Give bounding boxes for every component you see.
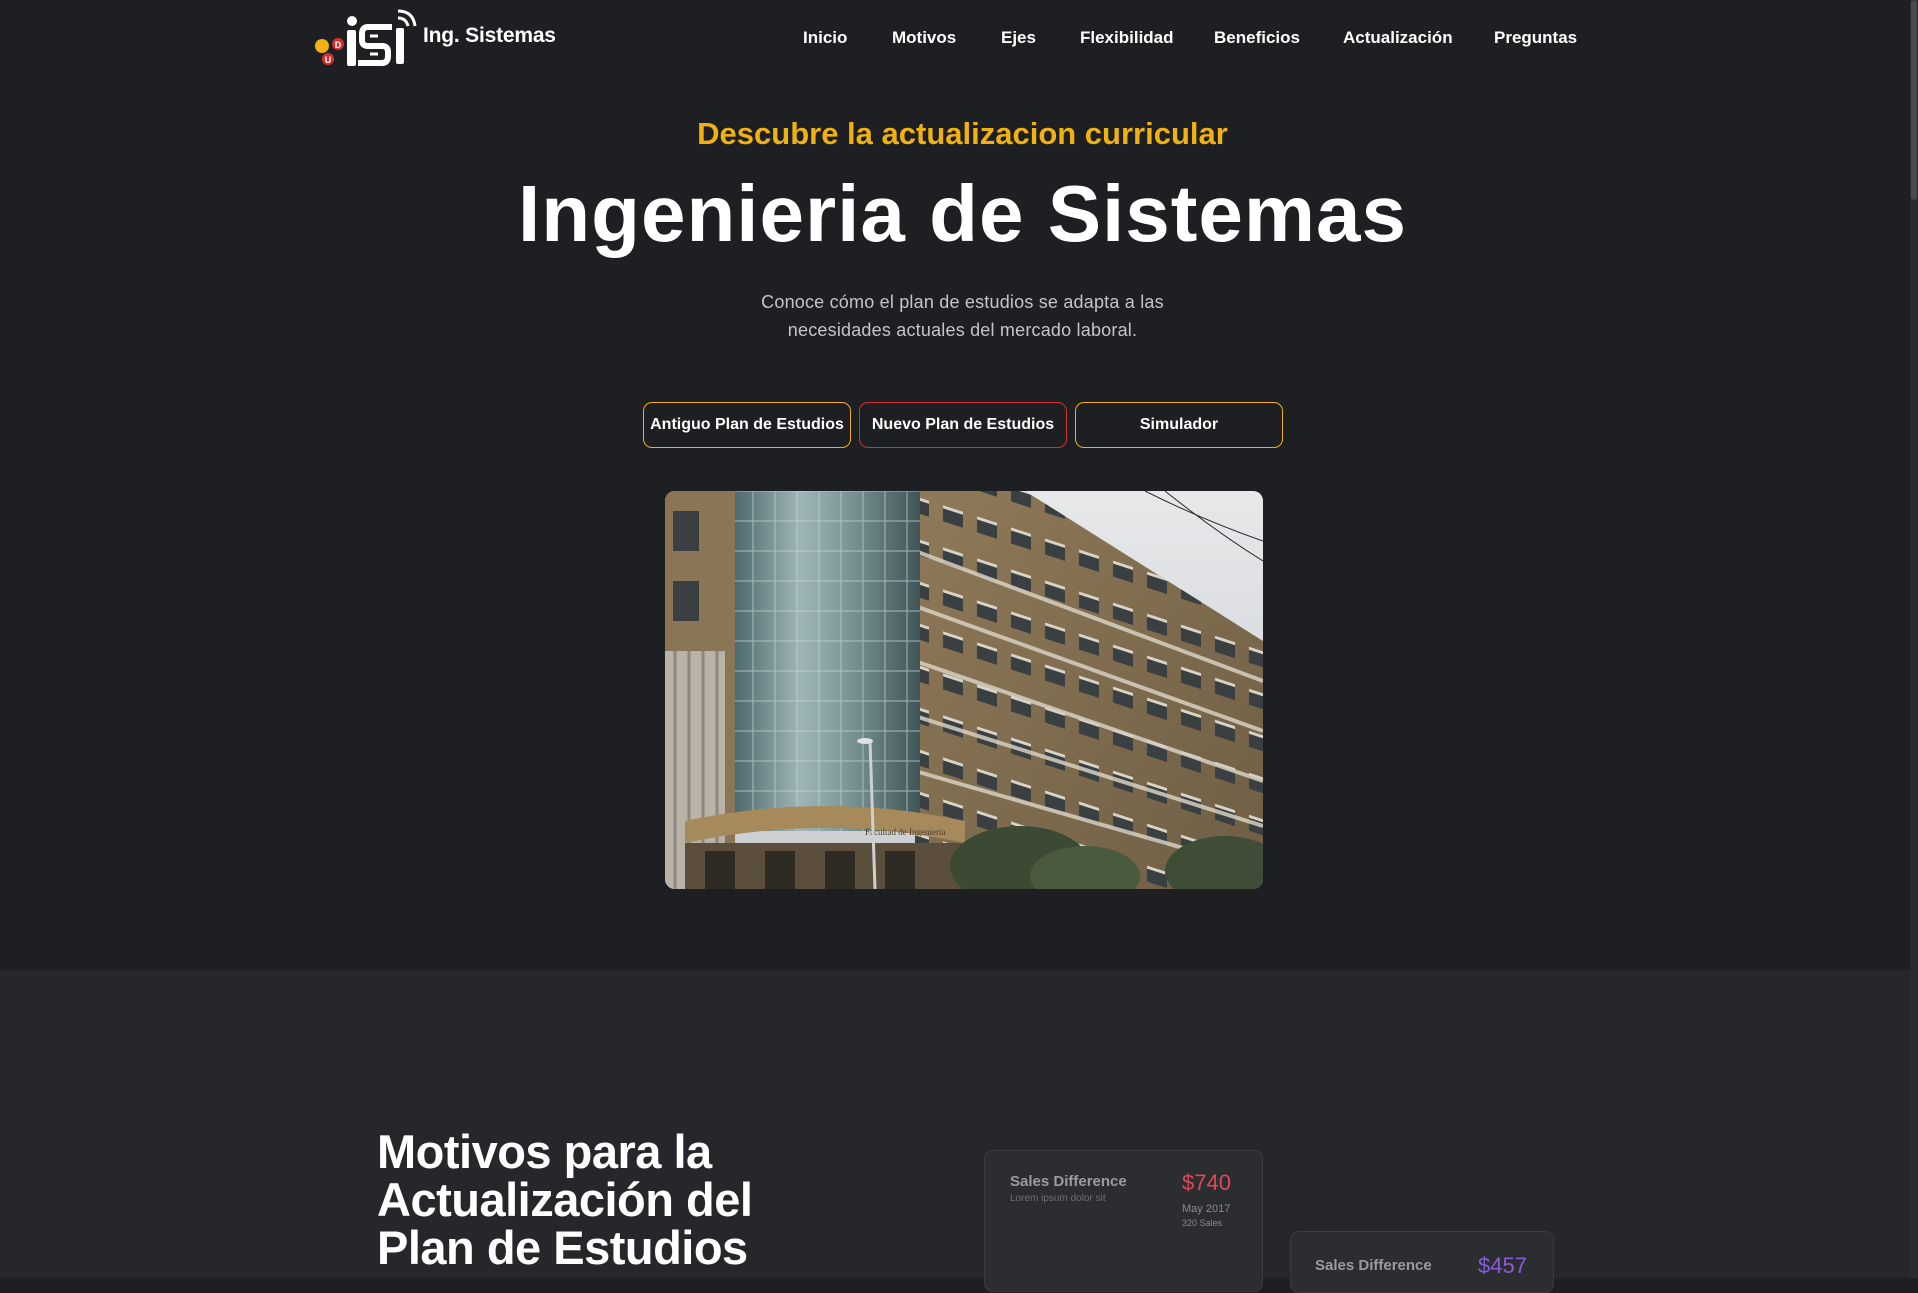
nav-item-motivos[interactable]: Motivos <box>892 28 956 48</box>
simulator-button[interactable]: Simulador <box>1075 402 1283 448</box>
card-date: May 2017 <box>1182 1203 1231 1215</box>
card-value: $457 <box>1478 1253 1527 1278</box>
scrollbar-thumb[interactable] <box>1911 0 1917 200</box>
old-plan-button[interactable]: Antiguo Plan de Estudios <box>643 402 851 448</box>
faculty-building-photo: Facultad de Ingenieria <box>665 491 1263 889</box>
nav-item-ejes[interactable]: Ejes <box>1001 28 1036 48</box>
card-subtitle: Lorem ipsum dolor sit <box>1010 1193 1106 1204</box>
sales-card-1: Sales Difference Lorem ipsum dolor sit $… <box>984 1150 1263 1292</box>
nav-item-preguntas[interactable]: Preguntas <box>1494 28 1577 48</box>
hero-description: Conoce cómo el plan de estudios se adapt… <box>761 292 1164 340</box>
new-plan-button[interactable]: Nuevo Plan de Estudios <box>859 402 1067 448</box>
motivos-section <box>0 970 1910 1278</box>
nav-item-flexibilidad[interactable]: Flexibilidad <box>1080 28 1174 48</box>
logo-letter-u: U <box>325 55 332 65</box>
card-sales: 320 Sales <box>1182 1218 1223 1228</box>
nav-item-beneficios[interactable]: Beneficios <box>1214 28 1300 48</box>
page-scrollbar[interactable] <box>1910 0 1918 1278</box>
site-header: D U Ing. Sistemas Inicio Motivos Ejes Fl… <box>0 0 1910 78</box>
motivos-title: Motivos para la Actualización del Plan d… <box>377 1125 753 1274</box>
nav-item-actualizacion[interactable]: Actualización <box>1343 28 1453 48</box>
sales-card-2: Sales Difference $457 <box>1290 1231 1554 1293</box>
hero-title: Ingenieria de Sistemas <box>517 169 1408 258</box>
nav-item-inicio[interactable]: Inicio <box>803 28 847 48</box>
card-label: Sales Difference <box>1010 1173 1127 1190</box>
main-nav: Inicio Motivos Ejes Flexibilidad Benefic… <box>0 28 1910 52</box>
card-label: Sales Difference <box>1315 1257 1432 1274</box>
card-value: $740 <box>1182 1170 1231 1195</box>
hero-kicker: Descubre la actualizacion curricular <box>697 116 1228 151</box>
facade-sign: Facultad de Ingenieria <box>865 827 945 837</box>
